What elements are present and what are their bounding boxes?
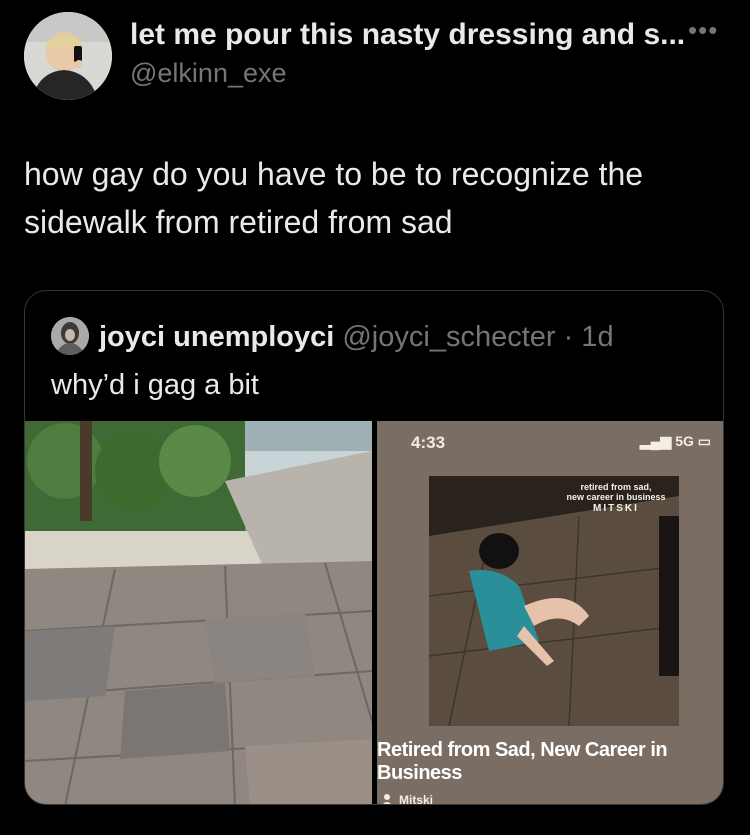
quoted-display-name[interactable]: joyci unemployci [99,321,334,353]
artist-icon [382,794,392,804]
author-avatar[interactable] [24,12,112,100]
quoted-tweet-text: why’d i gag a bit [51,369,259,401]
battery-icon: ▭ [697,433,711,449]
status-bar-time: 4:33 [411,433,446,452]
track-title: Retired from Sad, New Career in Business [377,739,668,784]
quoted-tweet-card[interactable]: joyci unemployci @joyci_schecter · 1d wh… [24,290,724,805]
signal-icon: ▂▄▆ [639,433,672,449]
tweet-text: how gay do you have to be to recognize t… [24,156,644,240]
network-label: 5G [675,433,694,449]
author-handle[interactable]: @elkinn_exe [130,58,287,89]
album-cover-logo: MITSKI [593,503,639,514]
album-cover-text: retired from sad, new career in business… [557,482,675,514]
quoted-media[interactable]: 4:33 ▂▄▆ 5G ▭ retired from sad, new care… [25,421,723,804]
quoted-author-avatar[interactable] [51,317,89,355]
status-bar-icons: ▂▄▆ 5G ▭ [640,433,711,450]
author-display-name[interactable]: let me pour this nasty dressing and s... [130,18,686,52]
track-artist[interactable]: Mitski [399,793,433,804]
album-cover[interactable]: retired from sad, new career in business… [429,476,679,726]
phone-screenshot[interactable]: 4:33 ▂▄▆ 5G ▭ retired from sad, new care… [377,421,723,804]
quoted-handle[interactable]: @joyci_schecter · 1d [342,321,613,353]
more-horizontal-icon[interactable]: ••• [688,17,728,43]
sidewalk-photo[interactable] [25,421,372,804]
quoted-tweet-header: joyci unemployci @joyci_schecter · 1d [99,321,614,354]
